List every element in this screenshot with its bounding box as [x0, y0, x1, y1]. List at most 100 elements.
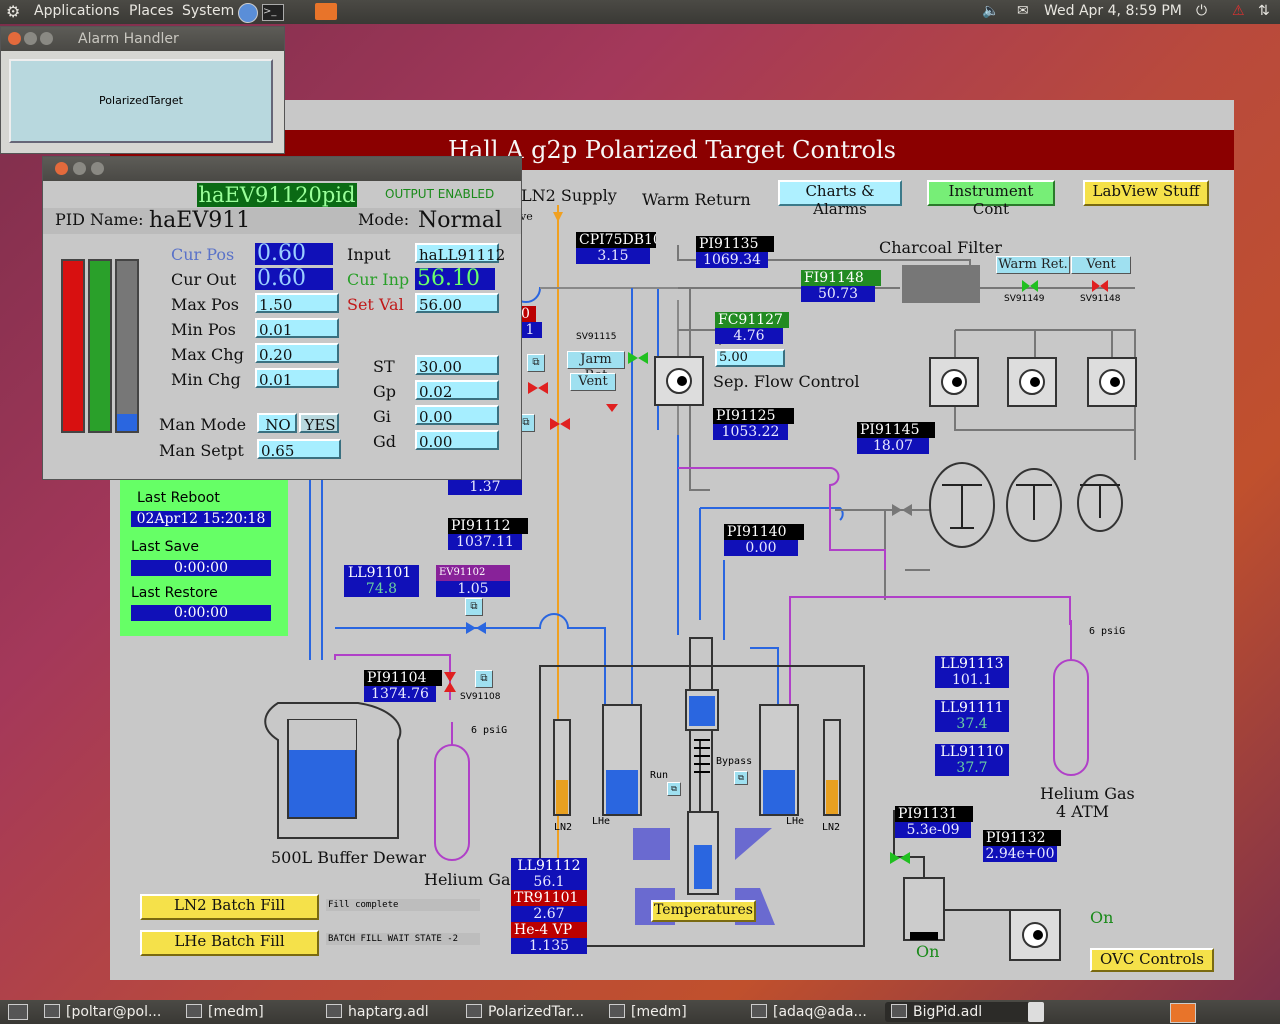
lhe-batch-fill-button[interactable]: LHe Batch Fill — [140, 930, 319, 956]
pid-right-label-1: Cur Inp — [347, 270, 410, 289]
taskbar-item[interactable]: PolarizedTar... — [460, 1002, 604, 1022]
sep-flow-control-label: Sep. Flow Control — [713, 372, 860, 391]
system-menu[interactable]: System — [182, 3, 234, 19]
minimize-icon[interactable] — [73, 162, 86, 175]
run-valve-icon[interactable]: ⧉ — [667, 782, 681, 796]
pi91125-value: 1053.22 — [713, 424, 788, 440]
pid-right-value-0[interactable]: haLL91112 — [415, 243, 505, 264]
browser-launcher-icon[interactable] — [238, 3, 258, 23]
show-desktop-icon[interactable] — [8, 1004, 28, 1020]
psig-label-a: 6 psiG — [471, 725, 508, 736]
taskbar-item[interactable]: [adaq@ada... — [745, 1002, 887, 1022]
warning-icon[interactable]: ⚠ — [1232, 3, 1245, 19]
fc91127-value: 4.76 — [715, 328, 783, 344]
taskbar-item[interactable]: [medm] — [180, 1002, 321, 1022]
pi91104-label: PI91104 — [364, 670, 442, 686]
workspace-switcher-icon[interactable] — [1170, 1003, 1196, 1023]
last-save-label: Last Save — [131, 539, 199, 555]
charcoal-filter-box — [902, 265, 980, 303]
minimize-icon[interactable] — [24, 32, 37, 45]
helium-gas-bottle-1 — [434, 744, 470, 861]
pid-bar-1 — [61, 259, 85, 433]
ln2-arrow — [553, 212, 563, 222]
alarm-handler-window: Alarm Handler PolarizedTarget — [0, 26, 285, 154]
maximize-icon[interactable] — [40, 32, 53, 45]
alarm-handler-titlebar[interactable]: Alarm Handler — [1, 27, 284, 51]
related-display-icon-1[interactable]: ⧉ — [527, 354, 545, 372]
bypass-label: Bypass — [716, 756, 753, 767]
ovc-controls-button[interactable]: OVC Controls — [1090, 948, 1214, 972]
blue-h-5 — [750, 647, 779, 710]
taskbar-item[interactable]: [medm] — [603, 1002, 745, 1022]
ubuntu-logo-icon[interactable]: ⚙ — [6, 2, 20, 21]
taskbar-item[interactable]: [poltar@pol... — [38, 1002, 182, 1022]
pid-gain-value-0[interactable]: 30.00 — [415, 355, 499, 376]
jarm-ret-button[interactable]: Jarm Ret — [567, 351, 625, 383]
pi91140-label: PI91140 — [724, 524, 804, 540]
applications-menu[interactable]: Applications — [34, 3, 120, 19]
man-mode-no-button[interactable]: NO — [257, 413, 297, 434]
pid-right-value-1: 56.10 — [415, 268, 495, 290]
clock[interactable]: Wed Apr 4, 8:59 PM — [1044, 3, 1182, 19]
fc91127-setpoint-input[interactable]: 5.00 — [715, 349, 785, 367]
man-setpt-input[interactable]: 0.65 — [257, 439, 341, 460]
places-menu[interactable]: Places — [129, 3, 174, 19]
pid-gain-label-3: Gd — [373, 432, 397, 451]
close-icon[interactable] — [55, 162, 68, 175]
maximize-icon[interactable] — [91, 162, 104, 175]
charts-alarms-button[interactable]: Charts & Alarms — [778, 180, 902, 218]
pid-left-value-5[interactable]: 0.01 — [255, 368, 339, 389]
folder-launcher-icon[interactable] — [315, 3, 337, 20]
last-restore-label: Last Restore — [131, 585, 218, 601]
pi91112-label: PI91112 — [448, 518, 528, 534]
warm-ret-button[interactable]: Warm Ret. — [996, 256, 1070, 274]
pid-gain-label-0: ST — [373, 357, 395, 376]
vent-button-2[interactable]: Vent — [570, 373, 616, 391]
ll91111-label: LL91111 — [935, 700, 1009, 716]
he4vp-value: 1.135 — [511, 938, 587, 954]
close-icon[interactable] — [8, 32, 21, 45]
taskbar-item[interactable]: haptarg.adl — [320, 1002, 462, 1022]
polarized-target-alarm-button[interactable]: PolarizedTarget — [9, 59, 273, 143]
labview-stuff-button[interactable]: LabView Stuff — [1083, 180, 1209, 206]
taskbar-item[interactable]: BigPid.adl — [885, 1002, 1031, 1022]
buffer-dewar-label: 500L Buffer Dewar — [271, 848, 427, 867]
pid-gain-value-3[interactable]: 0.00 — [415, 430, 499, 451]
power-icon[interactable]: ⏻ — [1196, 3, 1207, 19]
instrument-control-button[interactable]: Instrument Cont — [927, 180, 1055, 218]
cpi75db10-label: CPI75DB10 — [576, 232, 656, 248]
pid-left-value-3[interactable]: 0.01 — [255, 318, 339, 339]
pid-window-titlebar[interactable] — [43, 157, 521, 181]
pid-gain-value-2[interactable]: 0.00 — [415, 405, 499, 426]
terminal-launcher-icon[interactable]: >_ — [262, 4, 284, 21]
last-reboot-value: 02Apr12 15:20:18 — [131, 511, 271, 527]
ln2-batch-fill-button[interactable]: LN2 Batch Fill — [140, 894, 319, 920]
partial-137-value: 1.37 — [448, 479, 522, 495]
pid-right-value-2[interactable]: 56.00 — [415, 293, 499, 314]
vent-button[interactable]: Vent — [1071, 256, 1131, 274]
network-icon[interactable]: ⇅ — [1258, 3, 1270, 19]
valve-grey-1 — [892, 504, 902, 516]
mode-value: Normal — [418, 208, 503, 233]
temperatures-button[interactable]: Temperatures — [651, 900, 756, 922]
pid-gain-value-1[interactable]: 0.02 — [415, 380, 499, 401]
mail-icon[interactable]: ✉ — [1017, 3, 1029, 19]
pid-left-value-4[interactable]: 0.20 — [255, 343, 339, 364]
ev91102-value: 1.05 — [436, 581, 510, 597]
last-restore-value: 0:00:00 — [131, 605, 271, 621]
ln2-fill-status: Fill complete — [326, 899, 480, 911]
magnet-coil-right — [735, 828, 772, 860]
top-panel: ⚙ Applications Places System >_ 🔈 ✉ Wed … — [0, 0, 1280, 24]
volume-icon[interactable]: 🔈 — [982, 3, 999, 19]
pi91135-value: 1069.34 — [696, 252, 768, 268]
related-display-icon-4[interactable]: ⧉ — [475, 670, 493, 688]
pid-gain-label-1: Gp — [373, 382, 397, 401]
man-mode-yes-button[interactable]: YES — [299, 413, 339, 434]
pid-left-value-2[interactable]: 1.50 — [255, 293, 339, 314]
sv91115-label: SV91115 — [576, 332, 617, 342]
trash-icon[interactable] — [1028, 1002, 1044, 1022]
related-display-icon-3[interactable]: ⧉ — [465, 598, 483, 616]
grey-pipe-v2 — [884, 510, 930, 600]
sv91149-label: SV91149 — [1004, 294, 1045, 304]
bypass-valve-icon[interactable]: ⧉ — [734, 771, 748, 785]
